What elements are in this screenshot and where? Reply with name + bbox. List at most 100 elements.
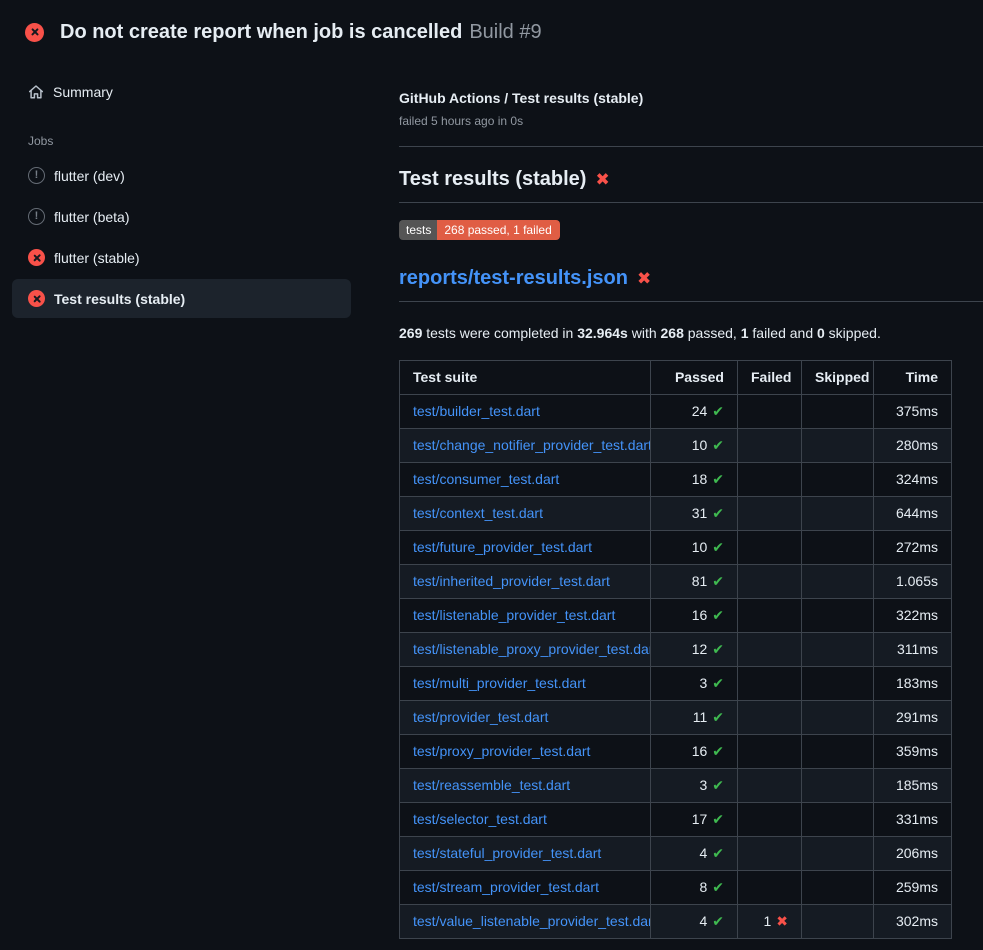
skipped-cell	[802, 735, 874, 769]
time-cell: 206ms	[874, 837, 952, 871]
job-label: Test results (stable)	[54, 291, 185, 307]
summary-text: skipped.	[825, 325, 881, 341]
badge-label: tests	[399, 220, 437, 240]
divider	[399, 146, 983, 147]
table-row: test/builder_test.dart24✔375ms	[400, 395, 952, 429]
sidebar-item-flutter-dev[interactable]: !flutter (dev)	[12, 156, 351, 195]
passed-count: 81	[692, 573, 708, 589]
passed-count: 16	[692, 607, 708, 623]
suite-cell: test/stateful_provider_test.dart	[400, 837, 651, 871]
check-icon: ✔	[712, 743, 724, 759]
table-row: test/reassemble_test.dart3✔185ms	[400, 769, 952, 803]
suite-cell: test/proxy_provider_test.dart	[400, 735, 651, 769]
suite-link[interactable]: test/provider_test.dart	[413, 709, 548, 725]
build-header: Do not create report when job is cancell…	[0, 0, 983, 56]
home-icon	[28, 84, 44, 100]
time-cell: 272ms	[874, 531, 952, 565]
sidebar-item-summary[interactable]: Summary	[12, 76, 351, 108]
passed-cell: 31✔	[651, 497, 738, 531]
suite-link[interactable]: test/multi_provider_test.dart	[413, 675, 586, 691]
suite-link[interactable]: test/listenable_provider_test.dart	[413, 607, 615, 623]
suite-link[interactable]: test/reassemble_test.dart	[413, 777, 570, 793]
suite-cell: test/listenable_proxy_provider_test.dart	[400, 633, 651, 667]
time-cell: 280ms	[874, 429, 952, 463]
passed-cell: 18✔	[651, 463, 738, 497]
time-cell: 322ms	[874, 599, 952, 633]
x-circle-icon	[28, 249, 45, 266]
failed-cell	[738, 701, 802, 735]
suite-link[interactable]: test/context_test.dart	[413, 505, 543, 521]
passed-count: 16	[692, 743, 708, 759]
failed-cell	[738, 871, 802, 905]
time-cell: 302ms	[874, 905, 952, 939]
time-cell: 291ms	[874, 701, 952, 735]
summary-text: failed and	[749, 325, 818, 341]
passed-count: 24	[692, 403, 708, 419]
run-header: GitHub Actions / Test results (stable) f…	[399, 88, 983, 129]
failed-count: 1	[763, 913, 771, 929]
summary-number: 32.964s	[577, 325, 628, 341]
table-row: test/future_provider_test.dart10✔272ms	[400, 531, 952, 565]
cross-icon: ✖	[776, 913, 788, 929]
suite-link[interactable]: test/change_notifier_provider_test.dart	[413, 437, 651, 453]
time-cell: 185ms	[874, 769, 952, 803]
check-icon: ✔	[712, 471, 724, 487]
passed-cell: 17✔	[651, 803, 738, 837]
skipped-cell	[802, 497, 874, 531]
sidebar-item-test-results-stable[interactable]: Test results (stable)	[12, 279, 351, 318]
sidebar-item-flutter-stable[interactable]: flutter (stable)	[12, 238, 351, 277]
table-row: test/stateful_provider_test.dart4✔206ms	[400, 837, 952, 871]
report-file-link[interactable]: reports/test-results.json	[399, 267, 628, 289]
suite-link[interactable]: test/builder_test.dart	[413, 403, 540, 419]
time-cell: 644ms	[874, 497, 952, 531]
column-header-failed: Failed	[738, 361, 802, 395]
skipped-cell	[802, 803, 874, 837]
section-title: Test results (stable)	[399, 168, 586, 190]
suite-link[interactable]: test/stateful_provider_test.dart	[413, 845, 601, 861]
suite-link[interactable]: test/stream_provider_test.dart	[413, 879, 599, 895]
failed-cell	[738, 633, 802, 667]
time-cell: 331ms	[874, 803, 952, 837]
summary-number: 0	[817, 325, 825, 341]
check-icon: ✔	[712, 437, 724, 453]
skipped-cell	[802, 395, 874, 429]
failed-cell	[738, 429, 802, 463]
check-icon: ✔	[712, 811, 724, 827]
summary-line: 269 tests were completed in 32.964s with…	[399, 323, 983, 344]
run-status-line: failed 5 hours ago in 0s	[399, 113, 983, 129]
skipped-cell	[802, 871, 874, 905]
sidebar: Summary Jobs !flutter (dev)!flutter (bet…	[0, 56, 363, 320]
skipped-cell	[802, 599, 874, 633]
check-icon: ✔	[712, 403, 724, 419]
time-cell: 183ms	[874, 667, 952, 701]
table-row: test/listenable_provider_test.dart 16✔ 322…	[400, 599, 952, 633]
suite-link[interactable]: test/consumer_test.dart	[413, 471, 559, 487]
table-row: test/provider_test.dart11✔291ms	[400, 701, 952, 735]
skipped-cell	[802, 463, 874, 497]
check-icon: ✔	[712, 845, 724, 861]
suite-link[interactable]: test/value_listenable_provider_test.dart	[413, 913, 651, 929]
suite-link[interactable]: test/future_provider_test.dart	[413, 539, 592, 555]
table-row: test/change_notifier_provider_test.dart1…	[400, 429, 952, 463]
check-icon: ✔	[712, 573, 724, 589]
passed-count: 3	[699, 675, 707, 691]
skipped-cell	[802, 531, 874, 565]
skipped-cell	[802, 769, 874, 803]
job-label: flutter (beta)	[54, 209, 129, 225]
suite-link[interactable]: test/listenable_proxy_provider_test.dart	[413, 641, 651, 657]
table-row: test/listenable_proxy_provider_test.dart…	[400, 633, 952, 667]
suite-link[interactable]: test/inherited_provider_test.dart	[413, 573, 610, 589]
suite-link[interactable]: test/proxy_provider_test.dart	[413, 743, 590, 759]
suite-cell: test/multi_provider_test.dart	[400, 667, 651, 701]
table-row: test/consumer_test.dart18✔324ms	[400, 463, 952, 497]
suite-link[interactable]: test/selector_test.dart	[413, 811, 547, 827]
check-icon: ✔	[712, 607, 724, 623]
skipped-cell	[802, 667, 874, 701]
report-file-heading: reports/test-results.json✖	[399, 264, 983, 302]
breadcrumb: GitHub Actions / Test results (stable)	[399, 88, 983, 108]
passed-cell: 8✔	[651, 871, 738, 905]
summary-text: tests were completed in	[422, 325, 577, 341]
summary-number: 269	[399, 325, 422, 341]
failed-cell: 1✖	[738, 905, 802, 939]
sidebar-item-flutter-beta[interactable]: !flutter (beta)	[12, 197, 351, 236]
